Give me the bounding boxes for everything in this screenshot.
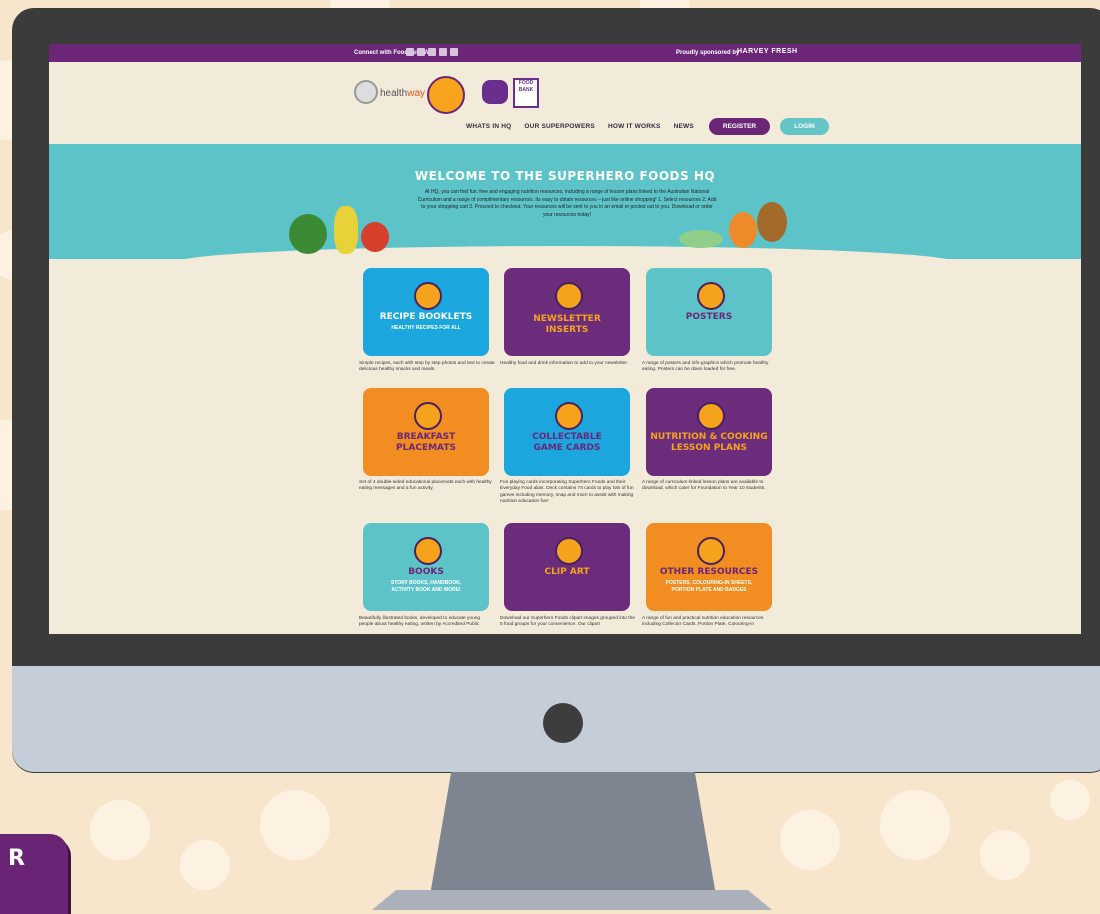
card-subtitle: HEALTHY RECIPES FOR ALL: [391, 325, 461, 331]
nav-news[interactable]: NEWS: [674, 123, 694, 130]
card-breakfast-placemats[interactable]: BREAKFAST PLACEMATS: [363, 388, 489, 476]
government-seal-logo: [354, 80, 378, 104]
card-description: Download our Superhero Foods clipart ima…: [500, 616, 635, 628]
card-title: BREAKFAST PLACEMATS: [396, 432, 456, 453]
card-recipe-booklets[interactable]: RECIPE BOOKLETS HEALTHY RECIPES FOR ALL: [363, 268, 489, 356]
carrot-character: [729, 212, 757, 248]
monitor-stand-base: [372, 890, 772, 910]
card-posters[interactable]: POSTERS: [646, 268, 772, 356]
broccoli-character: [289, 214, 327, 254]
card-title: POSTERS: [685, 312, 733, 322]
monitor-button: [543, 703, 583, 743]
facebook-icon[interactable]: [406, 48, 414, 56]
superhero-emblem-icon: [555, 402, 583, 430]
card-subtitle: POSTERS, COLOURING-IN SHEETS, PORTION PL…: [665, 580, 753, 593]
superhero-emblem-icon: [555, 537, 583, 565]
superhero-emblem-icon: [555, 282, 583, 310]
badge-label: R: [8, 846, 25, 871]
superhero-emblem-icon: [414, 537, 442, 565]
card-description: Set of 4 double-sided educational placem…: [359, 480, 492, 492]
hero-title: WELCOME TO THE SUPERHERO FOODS HQ: [414, 169, 716, 183]
card-description: Healthy food and drink information to ad…: [500, 361, 628, 366]
superhero-emblem-icon: [414, 282, 442, 310]
banana-character: [334, 206, 358, 254]
card-title: NUTRITION & COOKING LESSON PLANS: [650, 432, 768, 453]
card-description: A range of posters and info-graphics whi…: [642, 361, 769, 373]
superhero-emblem-icon: [414, 402, 442, 430]
corner-badge[interactable]: R: [0, 834, 68, 914]
card-title: NEWSLETTER INSERTS: [533, 314, 601, 335]
card-books[interactable]: BOOKS STORY BOOKS, HANDBOOK, ACTIVITY BO…: [363, 523, 489, 611]
website-screen: Connect with Foodbank WA Proudly sponsor…: [49, 44, 1081, 634]
card-description: Beautifully illustrated books, developed…: [359, 616, 481, 628]
social-icons: [406, 48, 458, 56]
superhero-emblem-icon: [697, 402, 725, 430]
card-description: A range of curriculum-linked lesson plan…: [642, 480, 766, 492]
card-collectable-game-cards[interactable]: COLLECTABLE GAME CARDS: [504, 388, 630, 476]
twitter-icon[interactable]: [450, 48, 458, 56]
youtube-icon[interactable]: [439, 48, 447, 56]
monitor-stand: [428, 772, 718, 907]
hero-description: At HQ, you can find fun, free and engagi…: [417, 189, 717, 218]
card-title: COLLECTABLE GAME CARDS: [532, 432, 602, 453]
top-bar: Connect with Foodbank WA Proudly sponsor…: [49, 44, 1081, 62]
nav-our-superpowers[interactable]: OUR SUPERPOWERS: [524, 123, 595, 130]
food-sensations-logo: [482, 80, 508, 104]
superhero-emblem-icon: [697, 282, 725, 310]
login-button[interactable]: LOGIN: [780, 118, 829, 135]
main-nav: WHATS IN HQ OUR SUPERPOWERS HOW IT WORKS…: [466, 118, 829, 135]
superhero-emblem-icon: [697, 537, 725, 565]
card-title: OTHER RESOURCES: [659, 567, 759, 577]
card-clip-art[interactable]: CLIP ART: [504, 523, 630, 611]
instagram-icon[interactable]: [417, 48, 425, 56]
card-description: Simple recipes, each with step by step p…: [359, 361, 495, 373]
tomato-character: [361, 222, 389, 252]
nav-how-it-works[interactable]: HOW IT WORKS: [608, 123, 661, 130]
bread-character: [757, 202, 787, 242]
card-title: RECIPE BOOKLETS: [379, 312, 473, 322]
card-description: A range of fun and practical nutrition e…: [642, 616, 764, 628]
harvey-fresh-logo[interactable]: HARVEY FRESH: [737, 48, 798, 55]
foodbank-logo: FOOD BANK: [513, 78, 539, 108]
superhero-foods-logo[interactable]: [427, 76, 465, 114]
card-lesson-plans[interactable]: NUTRITION & COOKING LESSON PLANS: [646, 388, 772, 476]
card-other-resources[interactable]: OTHER RESOURCES POSTERS, COLOURING-IN SH…: [646, 523, 772, 611]
healthway-logo: healthway: [380, 88, 426, 99]
card-title: BOOKS: [408, 567, 444, 577]
nav-whats-in-hq[interactable]: WHATS IN HQ: [466, 123, 511, 130]
card-title: CLIP ART: [544, 567, 590, 577]
card-description: Fun playing cards incorporating Superher…: [500, 480, 634, 505]
fish-character: [679, 230, 723, 248]
partner-logos: healthway FOOD BANK: [354, 72, 634, 114]
register-button[interactable]: REGISTER: [708, 118, 771, 135]
card-newsletter-inserts[interactable]: NEWSLETTER INSERTS: [504, 268, 630, 356]
linkedin-icon[interactable]: [428, 48, 436, 56]
card-subtitle: STORY BOOKS, HANDBOOK, ACTIVITY BOOK AND…: [390, 580, 462, 593]
sponsor-label: Proudly sponsored by: [676, 50, 740, 56]
